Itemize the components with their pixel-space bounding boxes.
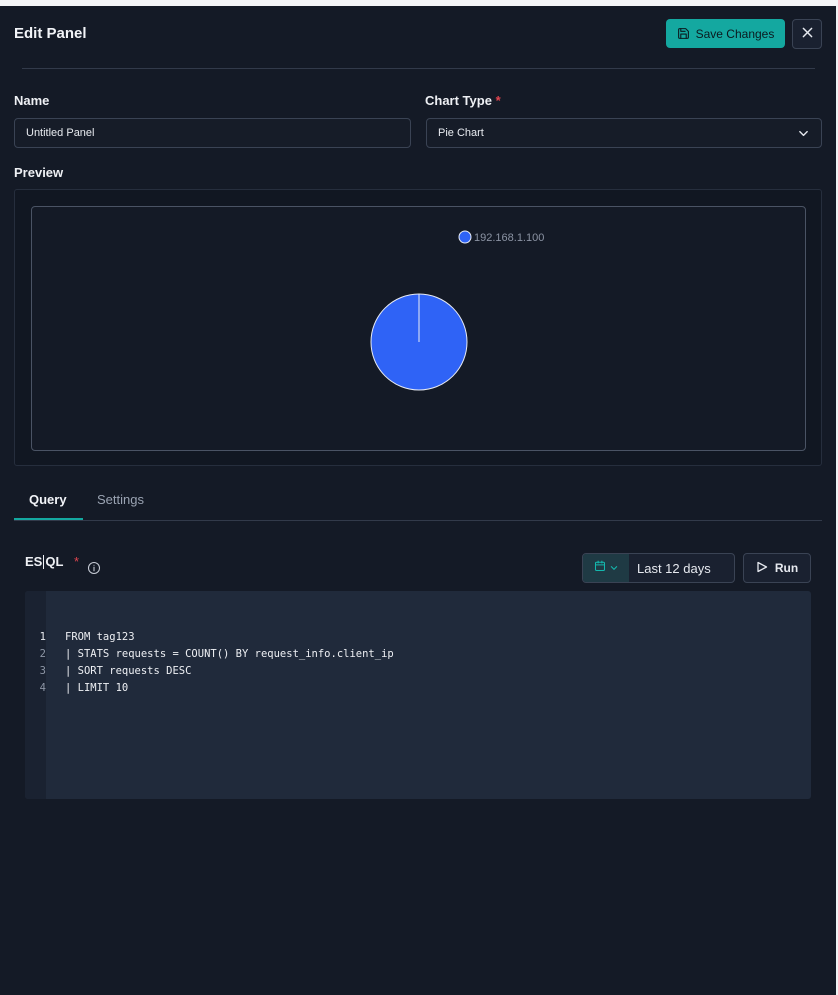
chevron-down-icon	[798, 128, 809, 142]
chart-preview: 192.168.1.100	[31, 206, 806, 451]
chart-type-value: Pie Chart	[438, 127, 484, 139]
chevron-down-icon	[610, 559, 618, 577]
close-icon	[802, 25, 813, 43]
line-number: 4	[39, 682, 46, 694]
esql-label-left: ES	[25, 554, 43, 569]
calendar-icon	[594, 559, 606, 577]
run-label: Run	[774, 561, 799, 575]
required-mark: *	[74, 554, 80, 569]
required-mark: *	[495, 93, 501, 108]
close-button[interactable]	[792, 19, 822, 49]
tab-settings[interactable]: Settings	[97, 492, 144, 507]
code-line[interactable]: 4 | LIMIT 10	[25, 680, 811, 697]
code-text: | LIMIT 10	[65, 682, 129, 694]
preview-container: 192.168.1.100	[14, 189, 822, 466]
save-changes-button[interactable]: Save Changes	[666, 19, 785, 48]
time-range-label: Last 12 days	[637, 560, 711, 576]
tab-bar: Query Settings	[14, 484, 822, 521]
pie-chart: 192.168.1.100	[370, 230, 544, 391]
code-line[interactable]: 3 | SORT requests DESC	[25, 663, 811, 680]
save-changes-label: Save Changes	[695, 26, 775, 41]
code-editor[interactable]: 1 FROM tag123 2 | STATS requests = COUNT() …	[25, 591, 811, 799]
chart-type-label-text: Chart Type	[425, 93, 492, 108]
name-label: Name	[14, 93, 50, 108]
line-number: 3	[39, 665, 46, 677]
preview-label: Preview	[14, 165, 64, 180]
code-text: | STATS requests = COUNT() BY request_in…	[65, 648, 394, 660]
name-input[interactable]: Untitled Panel	[14, 118, 411, 148]
code-text: | SORT requests DESC	[65, 665, 192, 677]
code-line[interactable]: 1 FROM tag123	[25, 629, 811, 646]
code-line[interactable]: 2 | STATS requests = COUNT() BY request_i…	[25, 646, 811, 663]
legend-marker[interactable]	[458, 230, 472, 244]
text-cursor	[43, 554, 45, 569]
chart-type-label: Chart Type *	[425, 93, 501, 108]
play-icon	[756, 561, 768, 576]
edit-panel: Edit Panel Save Changes Name Untitled Pa…	[0, 6, 838, 995]
header-divider	[22, 68, 815, 69]
info-icon[interactable]	[87, 561, 101, 580]
legend-label[interactable]: 192.168.1.100	[474, 232, 544, 244]
line-number: 2	[39, 648, 46, 660]
save-icon	[677, 27, 690, 40]
tab-query[interactable]: Query	[29, 492, 67, 507]
line-number: 1	[39, 631, 46, 643]
esql-label-right: QL	[45, 554, 64, 569]
chart-type-select[interactable]: Pie Chart	[426, 118, 822, 148]
time-range-picker[interactable]: Last 12 days	[582, 553, 735, 583]
esql-label: ES QL	[25, 554, 63, 569]
run-button[interactable]: Run	[743, 553, 811, 583]
tab-divider	[14, 520, 822, 521]
date-picker-toggle[interactable]	[583, 554, 629, 582]
page-title: Edit Panel	[14, 25, 87, 42]
code-text: FROM tag123	[65, 631, 135, 643]
name-input-value: Untitled Panel	[26, 127, 95, 139]
